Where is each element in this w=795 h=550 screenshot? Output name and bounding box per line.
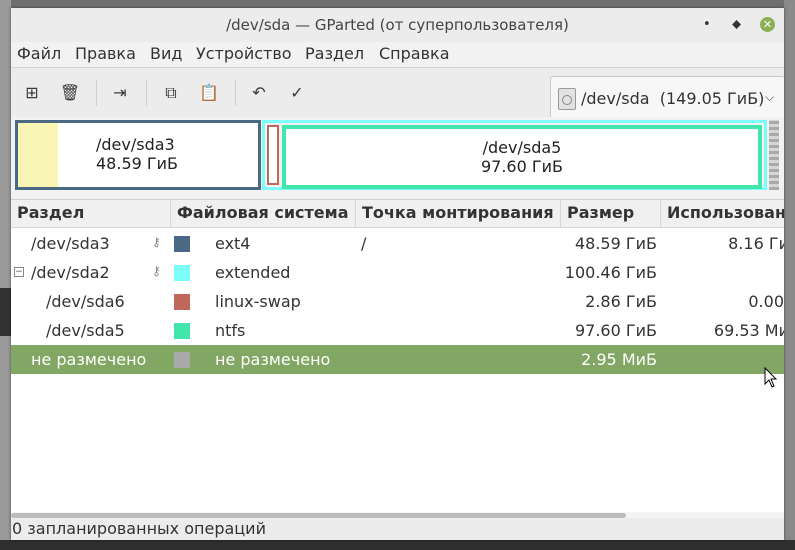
fs-color-swatch xyxy=(174,236,190,252)
table-row[interactable]: − /dev/sda2 ⚷ extended 100.46 ГиБ - xyxy=(11,258,784,287)
unallocated-block[interactable] xyxy=(769,120,779,190)
chevron-down-icon: ⌵ xyxy=(765,90,775,104)
table-header: Раздел Файловая система Точка монтирован… xyxy=(11,200,784,228)
background-window-left xyxy=(0,0,11,550)
collapse-icon[interactable]: − xyxy=(14,267,24,277)
titlebar: /dev/sda — GParted (от суперпользователя… xyxy=(11,8,784,42)
cell-used: 0.00 xyxy=(748,292,784,311)
cell-filesystem: ntfs xyxy=(215,321,246,340)
partition-block-sda5[interactable]: /dev/sda5 97.60 ГиБ xyxy=(282,125,762,189)
copy-icon[interactable]: ⧉ xyxy=(159,81,183,105)
cell-size: 97.60 ГиБ xyxy=(574,321,657,340)
device-label: /dev/sda (149.05 ГиБ) xyxy=(581,89,765,108)
sda3-name: /dev/sda3 xyxy=(96,135,175,154)
menu-partition[interactable]: Раздел xyxy=(305,44,364,63)
key-icon: ⚷ xyxy=(152,264,161,278)
menu-device[interactable]: Устройство xyxy=(196,44,292,63)
cell-mountpoint: / xyxy=(361,234,367,253)
col-filesystem[interactable]: Файловая система xyxy=(171,200,356,227)
cell-partition: /dev/sda5 xyxy=(46,321,125,340)
sda3-size: 48.59 ГиБ xyxy=(96,154,179,173)
background-bottom xyxy=(0,540,795,550)
trash-icon[interactable]: 🗑 xyxy=(58,81,82,105)
table-row[interactable]: /dev/sda6 linux-swap 2.86 ГиБ 0.00 xyxy=(11,287,784,316)
menu-view[interactable]: Вид xyxy=(150,44,182,63)
maximize-icon[interactable]: ⬥ xyxy=(732,18,741,32)
fs-color-swatch xyxy=(174,265,190,281)
resize-icon[interactable]: ⇥ xyxy=(108,81,132,105)
cell-filesystem: ext4 xyxy=(215,234,251,253)
cell-size: 48.59 ГиБ xyxy=(574,234,657,253)
key-icon: ⚷ xyxy=(152,235,161,249)
sda5-size: 97.60 ГиБ xyxy=(480,157,564,176)
partition-block-sda6[interactable] xyxy=(267,125,279,185)
table-row-selected[interactable]: не размечено не размечено 2.95 МиБ - xyxy=(11,345,784,374)
partition-map: /dev/sda3 48.59 ГиБ /dev/sda5 97.60 ГиБ xyxy=(11,117,784,199)
fs-color-swatch xyxy=(174,352,190,368)
background-window-right xyxy=(784,0,795,550)
toolbar-separator xyxy=(146,80,147,106)
paste-icon[interactable]: 📋 xyxy=(197,81,221,105)
cell-partition: не размечено xyxy=(31,350,147,369)
statusbar: 0 запланированных операций xyxy=(11,518,784,540)
minimize-icon[interactable]: • xyxy=(703,18,711,32)
undo-icon[interactable]: ↶ xyxy=(247,81,271,105)
menu-edit[interactable]: Правка xyxy=(75,44,136,63)
pending-operations-status: 0 запланированных операций xyxy=(12,519,266,538)
cell-used: - xyxy=(661,263,784,282)
cell-filesystem: linux-swap xyxy=(215,292,301,311)
col-partition[interactable]: Раздел xyxy=(11,200,171,227)
partition-block-sda3[interactable]: /dev/sda3 48.59 ГиБ xyxy=(15,120,261,190)
sda5-name: /dev/sda5 xyxy=(482,138,562,157)
cell-partition: /dev/sda2 xyxy=(31,263,110,282)
table-row[interactable]: /dev/sda3 ⚷ ext4 / 48.59 ГиБ 8.16 Ги xyxy=(11,229,784,258)
partition-table: Раздел Файловая система Точка монтирован… xyxy=(11,199,784,518)
check-icon[interactable]: ✓ xyxy=(285,81,309,105)
col-used[interactable]: Использован xyxy=(661,200,784,227)
device-selector[interactable]: /dev/sda (149.05 ГиБ) ⌵ xyxy=(550,76,784,121)
cell-filesystem: не размечено xyxy=(215,350,331,369)
cell-filesystem: extended xyxy=(215,263,291,282)
cell-used: 8.16 Ги xyxy=(728,234,784,253)
col-size[interactable]: Размер xyxy=(561,200,661,227)
menu-help[interactable]: Справка xyxy=(379,44,450,63)
menu-file[interactable]: Файл xyxy=(17,44,61,63)
cell-size: 100.46 ГиБ xyxy=(564,263,657,282)
background-thumbnail xyxy=(0,288,11,336)
table-row[interactable]: /dev/sda5 ntfs 97.60 ГиБ 69.53 Ми xyxy=(11,316,784,345)
gparted-window: /dev/sda — GParted (от суперпользователя… xyxy=(11,8,784,540)
cell-partition: /dev/sda3 xyxy=(31,234,110,253)
cell-partition: /dev/sda6 xyxy=(46,292,125,311)
partition-block-extended[interactable]: /dev/sda5 97.60 ГиБ xyxy=(262,120,767,190)
col-mountpoint[interactable]: Точка монтирования xyxy=(356,200,561,227)
toolbar-separator xyxy=(235,80,236,106)
new-icon[interactable]: ⊞ xyxy=(20,81,44,105)
toolbar-separator xyxy=(96,80,97,106)
cell-size: 2.95 МиБ xyxy=(581,350,657,369)
cell-size: 2.86 ГиБ xyxy=(585,292,657,311)
sda3-used-space xyxy=(18,123,59,187)
close-icon[interactable]: ✕ xyxy=(760,17,775,32)
fs-color-swatch xyxy=(174,323,190,339)
disk-icon xyxy=(558,88,576,110)
mouse-cursor-icon xyxy=(764,367,778,388)
fs-color-swatch xyxy=(174,294,190,310)
window-title: /dev/sda — GParted (от суперпользователя… xyxy=(226,16,569,34)
toolbar: ⊞ 🗑 ⇥ ⧉ 📋 ↶ ✓ /dev/sda (149.05 ГиБ) ⌵ xyxy=(11,67,784,121)
cell-used: 69.53 Ми xyxy=(713,321,784,340)
